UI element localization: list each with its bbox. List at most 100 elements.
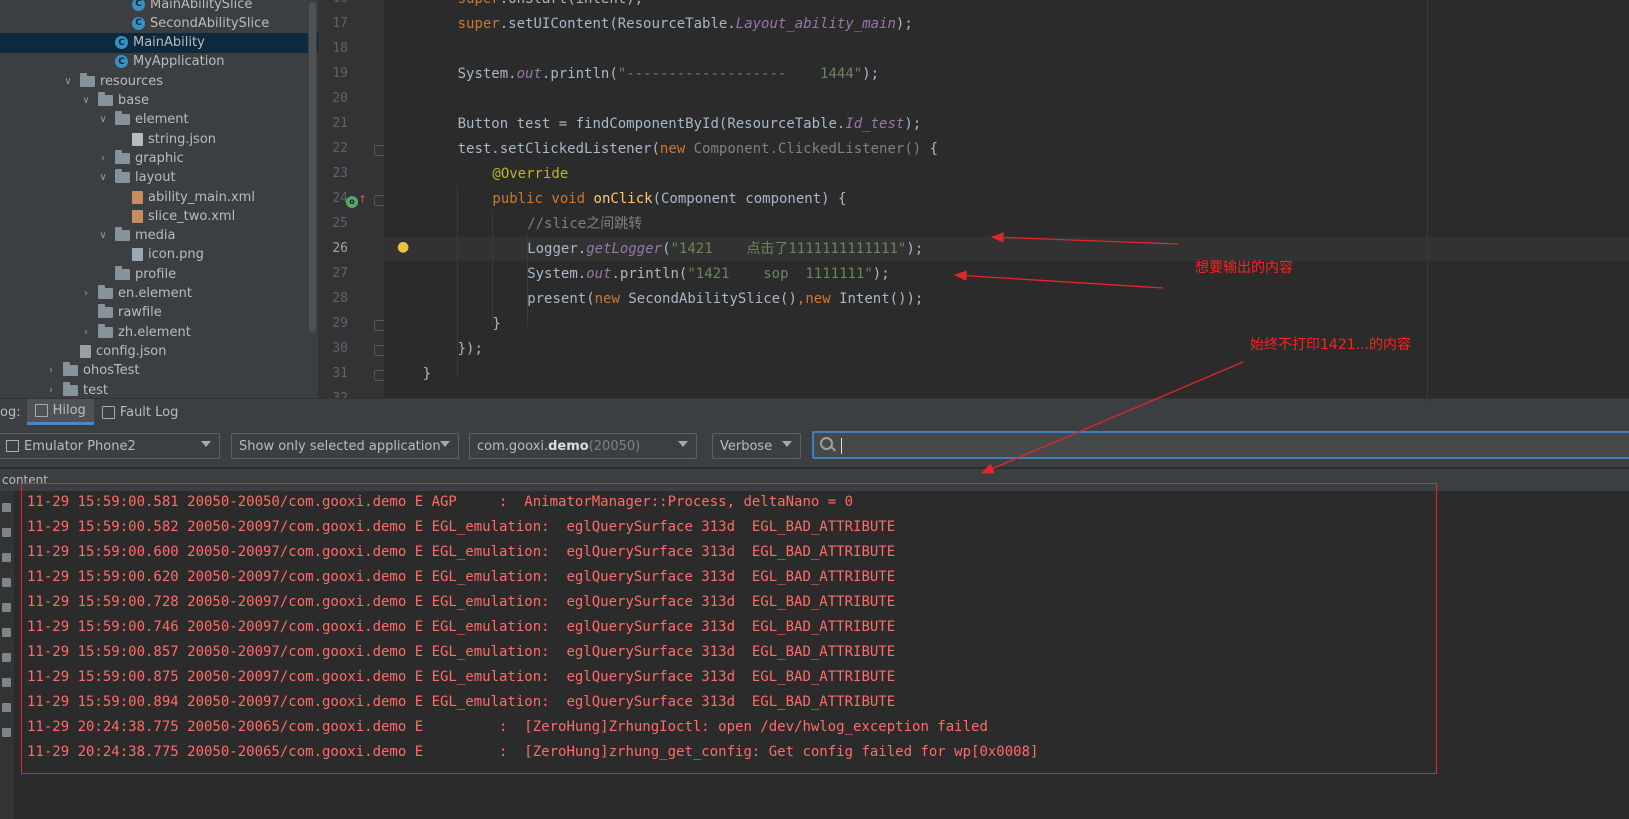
soft-wrap-icon[interactable] [2,553,11,562]
code-line[interactable]: present(new SecondAbilitySlice(),new Int… [527,287,923,311]
tree-item[interactable]: › ohosTest [0,361,318,381]
code-line[interactable]: //slice之间跳转 [527,212,642,236]
log-level-select[interactable]: Verbose [712,433,801,459]
app-name-bold: demo [548,438,589,454]
code-token: @Override [492,166,569,182]
tab-fault-log[interactable]: Fault Log [94,399,187,425]
filter-icon[interactable] [2,728,11,737]
device-select-value: Emulator Phone2 [24,438,136,454]
chevron-down-icon[interactable]: ∨ [97,230,109,241]
device-select[interactable]: Emulator Phone2 [0,433,220,459]
code-token: ); [862,66,880,82]
tree-item[interactable]: ›string.json [0,129,318,149]
line-number: 28 [332,291,348,306]
code-line[interactable]: Logger.getLogger("1421 点击了1111111111111"… [527,237,923,261]
go-to-super-icon[interactable]: ↑ [358,193,367,206]
chevron-down-icon[interactable]: ∨ [97,114,109,125]
tree-item[interactable]: ∨ element [0,110,318,130]
project-tree[interactable]: › C MainAbilitySlice › C SecondAbilitySlice › C… [0,0,318,412]
code-editor[interactable]: super.onStart(intent);super.setUIContent… [384,0,1629,412]
chevron-down-icon[interactable]: ∨ [80,95,92,106]
folder-icon [115,227,130,242]
tree-item[interactable]: › en.element [0,284,318,304]
chevron-down-icon [782,441,792,447]
tree-item[interactable]: › graphic [0,148,318,168]
tree-item-label: element [135,112,189,128]
chevron-right-icon[interactable]: › [45,385,57,396]
code-token: . [500,0,508,7]
scrollbar-thumb[interactable] [309,2,316,332]
tree-item[interactable]: ›ability_main.xml [0,187,318,207]
tree-item-label: layout [135,170,176,186]
folder-icon [115,149,130,164]
code-line[interactable]: super.setUIContent(ResourceTable.Layout_… [458,12,913,36]
restart-icon[interactable] [2,678,11,687]
screenshot-icon[interactable] [2,653,11,662]
code-line[interactable]: } [492,312,500,336]
tree-item[interactable]: ∨ layout [0,168,318,188]
code-token: (Component component) { [652,191,847,207]
code-line[interactable]: public void onClick(Component component)… [492,187,846,211]
tree-item[interactable]: ∨ media [0,226,318,246]
chevron-right-icon[interactable]: › [45,365,57,376]
code-line[interactable]: @Override [492,162,568,186]
code-token: onStart(intent); [508,0,643,7]
tree-item[interactable]: ∨ resources [0,71,318,91]
fault-log-icon [101,405,115,419]
tree-item-label: zh.element [118,324,191,340]
chevron-right-icon[interactable]: › [97,153,109,164]
filter-mode-select[interactable]: Show only selected application [231,433,459,459]
chevron-down-icon[interactable]: ∨ [97,172,109,183]
chevron-right-icon[interactable]: › [80,288,92,299]
folder-icon [98,323,113,338]
gear-icon[interactable] [2,703,11,712]
tree-item[interactable]: ›slice_two.xml [0,206,318,226]
tree-item[interactable]: ›CSecondAbilitySlice [0,13,318,33]
code-token: onClick [593,191,653,207]
scroll-up-icon[interactable] [2,503,11,512]
line-number: 18 [332,41,348,56]
tab-hilog[interactable]: Hilog [26,399,94,425]
tree-item[interactable]: ›config.json [0,341,318,361]
tree-item[interactable]: › test [0,380,318,400]
code-line[interactable]: }); [458,337,483,361]
tree-item[interactable]: ›profile [0,264,318,284]
code-line[interactable]: Button test = findComponentById(Resource… [458,112,922,136]
tree-item[interactable]: ›CMainAbility [0,32,318,53]
tree-item-label: ohosTest [83,363,140,379]
code-line[interactable]: System.out.println("1421 sop 1111111"); [527,262,889,286]
tree-item[interactable]: ›rawfile [0,303,318,323]
folder-icon [80,72,95,87]
tree-item-label: media [135,228,176,244]
tree-item[interactable]: ›icon.png [0,245,318,265]
tree-item[interactable]: ∨ base [0,91,318,111]
app-select[interactable]: com.gooxi. demo (20050) [469,433,697,459]
tab-fault-log-label: Fault Log [119,404,179,420]
scroll-down-icon[interactable] [2,528,11,537]
code-token: ( [662,241,671,257]
tree-item[interactable]: › zh.element [0,322,318,342]
code-line[interactable]: System.out.println("------------------- … [458,62,879,86]
code-token: { [929,141,939,157]
implements-method-icon[interactable]: o [346,196,358,208]
code-line[interactable]: test.setClickedListener(new Component.Cl… [458,137,938,161]
code-token: System. [457,66,517,82]
code-line[interactable]: } [423,362,431,386]
code-token: Button test = findComponentById(Resource… [457,116,846,132]
tree-item-label: base [118,93,149,108]
code-token: Id_test [845,116,905,132]
print-icon[interactable] [2,603,11,612]
chevron-right-icon[interactable]: › [80,327,92,338]
project-tree-scrollbar[interactable] [308,0,317,412]
tree-item[interactable]: ›CMainAbilitySlice [0,0,318,14]
scroll-to-end-icon[interactable] [2,578,11,587]
lightbulb-icon[interactable]: ● [397,239,409,255]
line-number: 22 [332,141,348,156]
chevron-down-icon[interactable]: ∨ [62,76,74,87]
tree-item-label: en.element [118,286,192,301]
log-search-input[interactable] [812,431,1629,459]
tree-item[interactable]: ›CMyApplication [0,52,318,72]
log-window-title: og: [0,404,21,420]
trash-icon[interactable] [2,628,11,637]
code-line[interactable]: super.onStart(intent); [458,0,643,11]
